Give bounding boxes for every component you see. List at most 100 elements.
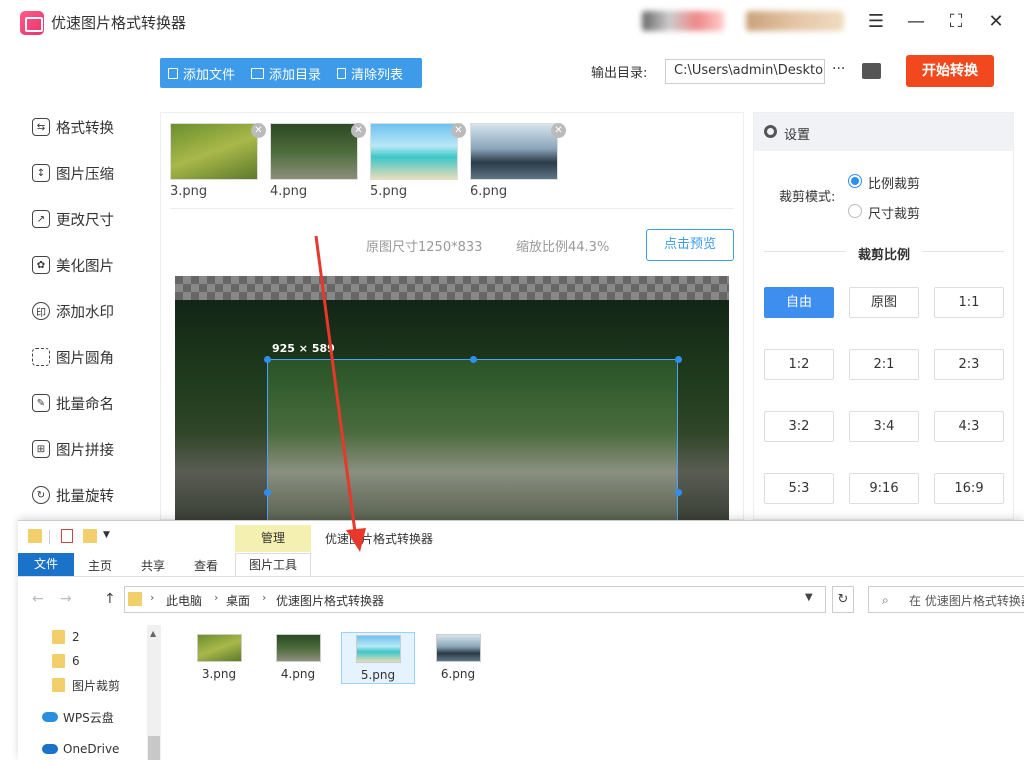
ratio-free-button[interactable]: 自由 bbox=[764, 287, 834, 318]
add-directory-label: 添加目录 bbox=[269, 67, 322, 83]
sidebar-item-label: 美化图片 bbox=[56, 258, 114, 275]
tab-share[interactable]: 共享 bbox=[141, 557, 165, 574]
thumbnail-image[interactable] bbox=[470, 123, 558, 180]
maximize-icon[interactable]: ⛶ bbox=[944, 10, 968, 34]
crop-selection-box[interactable] bbox=[267, 359, 678, 520]
folder-icon[interactable] bbox=[28, 529, 42, 543]
folder-icon bbox=[52, 630, 65, 644]
sidebar-item-resize[interactable]: ↗ 更改尺寸 bbox=[32, 207, 114, 231]
crop-handle[interactable] bbox=[675, 489, 682, 496]
ratio-16-9-button[interactable]: 16:9 bbox=[934, 473, 1004, 504]
search-icon: ⌕ bbox=[882, 593, 889, 607]
crop-size-label: 925 × 589 bbox=[272, 342, 335, 355]
remove-thumbnail-icon[interactable]: ✕ bbox=[451, 123, 466, 138]
crop-handle[interactable] bbox=[470, 356, 477, 363]
back-icon[interactable]: ← bbox=[32, 591, 44, 607]
crop-handle[interactable] bbox=[264, 356, 271, 363]
breadcrumb-item[interactable]: 此电脑 bbox=[166, 592, 202, 609]
thumbnail-image[interactable] bbox=[370, 123, 458, 180]
tree-item[interactable]: WPS云盘 bbox=[42, 708, 114, 726]
tree-item[interactable]: OneDrive bbox=[42, 740, 119, 758]
ratio-3-2-button[interactable]: 3:2 bbox=[764, 411, 834, 442]
crop-canvas[interactable] bbox=[175, 276, 729, 520]
thumbnail-label: 5.png bbox=[370, 184, 408, 199]
sidebar-item-stitch[interactable]: ⊞ 图片拼接 bbox=[32, 437, 114, 461]
sidebar-item-compress[interactable]: ↕ 图片压缩 bbox=[32, 161, 114, 185]
sidebar-item-round-corner[interactable]: 图片圆角 bbox=[32, 345, 114, 369]
onedrive-icon bbox=[42, 744, 58, 754]
tree-item[interactable]: 2 bbox=[52, 628, 80, 646]
remove-thumbnail-icon[interactable]: ✕ bbox=[551, 123, 566, 138]
properties-icon[interactable] bbox=[61, 529, 73, 543]
stitch-icon: ⊞ bbox=[32, 440, 50, 458]
sidebar-item-rename[interactable]: ✎ 批量命名 bbox=[32, 391, 114, 415]
file-toolbar: 添加文件 添加目录 清除列表 bbox=[160, 58, 422, 88]
thumbnail-label: 4.png bbox=[270, 184, 308, 199]
tab-view[interactable]: 查看 bbox=[194, 557, 218, 574]
minimize-icon[interactable]: — bbox=[904, 10, 928, 34]
file-item[interactable]: 5.png bbox=[341, 632, 415, 684]
tab-home[interactable]: 主页 bbox=[88, 557, 112, 574]
tab-picture-tools[interactable]: 图片工具 bbox=[235, 553, 311, 576]
chevron-right-icon: › bbox=[150, 591, 155, 604]
file-item[interactable]: 4.png bbox=[261, 632, 335, 684]
menu-icon[interactable]: ☰ bbox=[864, 10, 888, 34]
ratio-crop-radio[interactable] bbox=[848, 174, 862, 188]
search-input[interactable]: 在 优速图片格式转换器 bbox=[868, 586, 1024, 613]
output-dir-input[interactable]: C:\Users\admin\Deskto bbox=[665, 59, 825, 84]
divider bbox=[922, 251, 1004, 252]
preview-button[interactable]: 点击预览 bbox=[646, 229, 734, 261]
ratio-1-1-button[interactable]: 1:1 bbox=[934, 287, 1004, 318]
divider bbox=[49, 530, 50, 544]
sidebar-item-beautify[interactable]: ✿ 美化图片 bbox=[32, 253, 114, 277]
ribbon-context-tab[interactable]: 管理 bbox=[235, 525, 311, 552]
sidebar-item-convert[interactable]: ⇆ 格式转换 bbox=[32, 115, 114, 139]
breadcrumb-item[interactable]: 优速图片格式转换器 bbox=[276, 592, 384, 609]
ratio-crop-label: 比例裁剪 bbox=[868, 177, 921, 192]
breadcrumb-item[interactable]: 桌面 bbox=[226, 592, 250, 609]
crop-handle[interactable] bbox=[264, 489, 271, 496]
ratio-original-button[interactable]: 原图 bbox=[849, 287, 919, 318]
ratio-2-3-button[interactable]: 2:3 bbox=[934, 349, 1004, 380]
open-folder-icon[interactable] bbox=[862, 63, 881, 79]
ratio-3-4-button[interactable]: 3:4 bbox=[849, 411, 919, 442]
ratio-2-1-button[interactable]: 2:1 bbox=[849, 349, 919, 380]
ratio-4-3-button[interactable]: 4:3 bbox=[934, 411, 1004, 442]
sidebar-item-label: 图片拼接 bbox=[56, 442, 114, 459]
add-file-button[interactable]: 添加文件 bbox=[160, 58, 243, 88]
sidebar-item-watermark[interactable]: 印添加水印 bbox=[32, 299, 114, 323]
remove-thumbnail-icon[interactable]: ✕ bbox=[351, 123, 366, 138]
ratio-1-2-button[interactable]: 1:2 bbox=[764, 349, 834, 380]
sidebar-item-rotate[interactable]: ↻ 批量旋转 bbox=[32, 483, 114, 507]
thumbnail-image[interactable] bbox=[170, 123, 258, 180]
browse-more-button[interactable]: ··· bbox=[832, 61, 845, 77]
compress-icon: ↕ bbox=[32, 164, 50, 182]
thumbnail-image[interactable] bbox=[270, 123, 358, 180]
close-icon[interactable]: ✕ bbox=[984, 10, 1008, 34]
chevron-down-icon[interactable]: ▼ bbox=[805, 592, 813, 603]
ratio-5-3-button[interactable]: 5:3 bbox=[764, 473, 834, 504]
scroll-up-icon[interactable]: ▲ bbox=[150, 629, 156, 638]
size-crop-radio[interactable] bbox=[848, 204, 862, 218]
file-item[interactable]: 3.png bbox=[182, 632, 256, 684]
clear-list-button[interactable]: 清除列表 bbox=[329, 58, 411, 88]
tree-item-label: 图片裁剪 bbox=[72, 678, 121, 693]
chevron-down-icon[interactable]: ▼ bbox=[103, 530, 110, 540]
forward-icon[interactable]: → bbox=[60, 591, 72, 607]
start-convert-button[interactable]: 开始转换 bbox=[906, 55, 994, 87]
ratio-9-16-button[interactable]: 9:16 bbox=[849, 473, 919, 504]
scrollbar-thumb[interactable] bbox=[148, 736, 160, 760]
crop-handle[interactable] bbox=[675, 356, 682, 363]
new-folder-icon[interactable] bbox=[83, 529, 97, 543]
tree-item[interactable]: 6 bbox=[52, 652, 80, 670]
tree-item-label: OneDrive bbox=[63, 742, 120, 756]
file-item[interactable]: 6.png bbox=[421, 632, 495, 684]
add-directory-button[interactable]: 添加目录 bbox=[243, 58, 329, 88]
remove-thumbnail-icon[interactable]: ✕ bbox=[251, 123, 266, 138]
up-icon[interactable]: ↑ bbox=[104, 591, 116, 607]
file-icon bbox=[168, 67, 178, 79]
refresh-icon[interactable]: ↻ bbox=[832, 586, 854, 613]
tab-file[interactable]: 文件 bbox=[18, 553, 74, 576]
resize-icon: ↗ bbox=[32, 210, 50, 228]
tree-item[interactable]: 图片裁剪 bbox=[52, 676, 120, 694]
